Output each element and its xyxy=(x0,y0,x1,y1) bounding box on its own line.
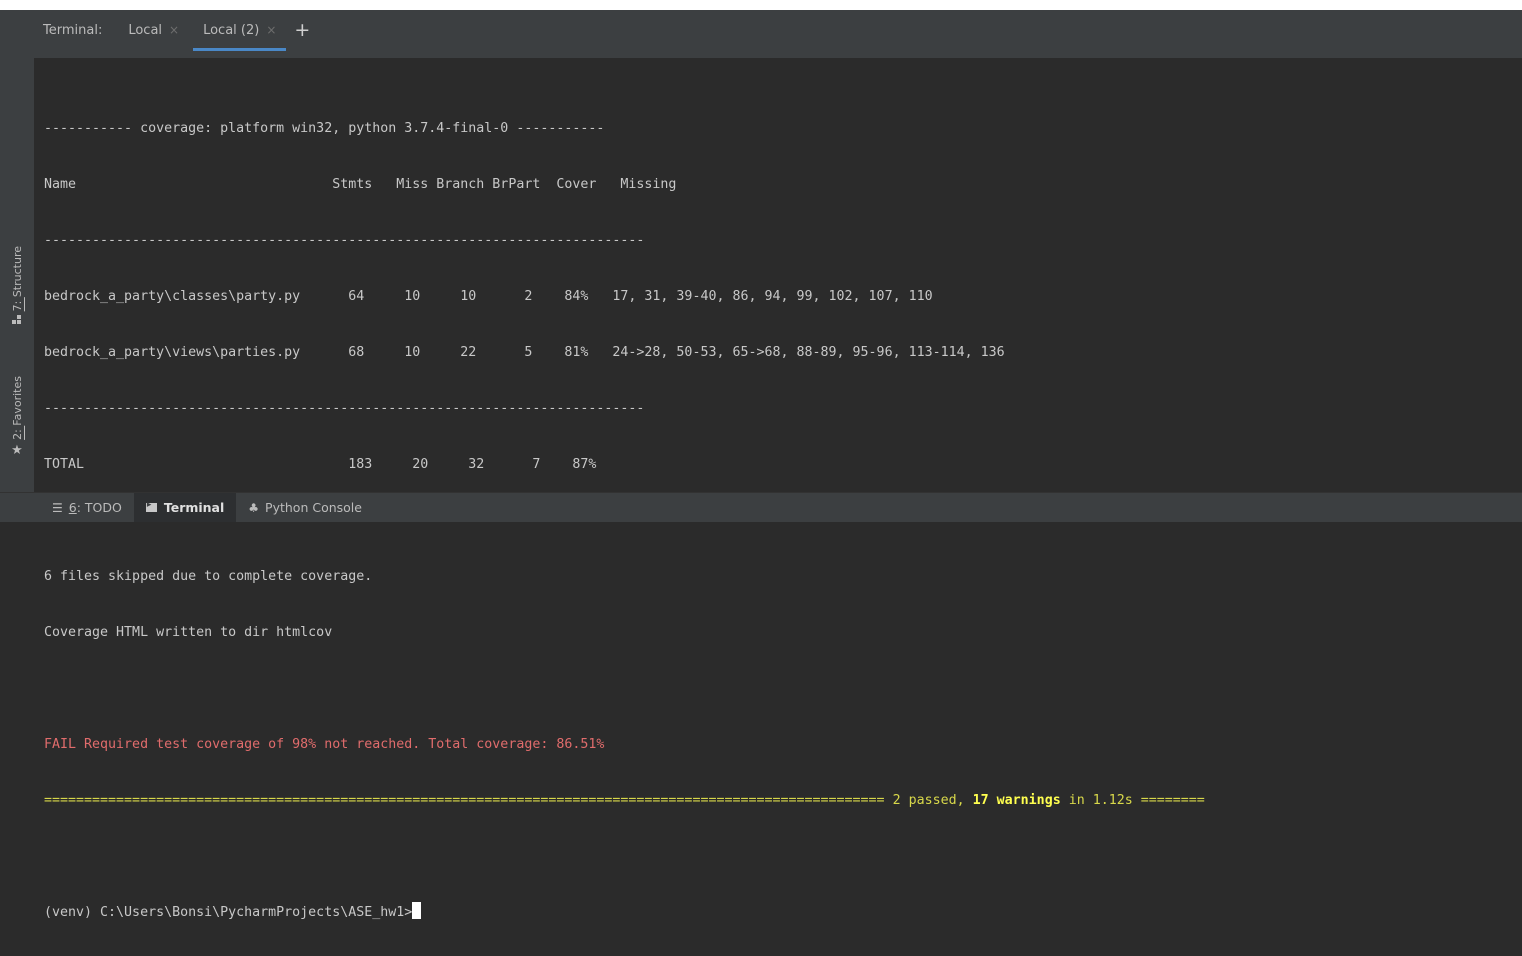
coverage-row: bedrock_a_party\views\parties.py 68 10 2… xyxy=(44,345,1005,360)
python-console-tab-label: Python Console xyxy=(265,500,362,515)
tab-local-2[interactable]: Local (2) × xyxy=(191,10,288,51)
bottom-tool-bar: ☰ 6: TODO Terminal ♣ Python Console xyxy=(0,492,1522,522)
test-summary-line: ========================================… xyxy=(44,788,1205,814)
summary-rule-right: ======== xyxy=(1140,793,1205,808)
divider-line: ----------------------------------------… xyxy=(44,401,645,416)
python-console-tool-tab[interactable]: ♣ Python Console xyxy=(236,493,374,522)
duration: in 1.12s xyxy=(1060,793,1141,808)
terminal-tab-label: Terminal xyxy=(163,500,225,515)
left-tool-sidebar: 7: Structure 2: Favorites ★ xyxy=(0,10,35,492)
structure-tab-label: 7: Structure xyxy=(10,246,24,312)
terminal-output[interactable]: ----------- coverage: platform win32, py… xyxy=(34,58,1522,920)
star-icon: ★ xyxy=(11,442,23,458)
divider-line: ----------------------------------------… xyxy=(44,233,645,248)
warnings-count: 17 warnings xyxy=(972,793,1061,808)
terminal-icon xyxy=(145,500,157,512)
passed-count: 2 passed, xyxy=(884,793,973,808)
structure-tool-tab[interactable]: 7: Structure xyxy=(0,246,34,325)
todo-tool-tab[interactable]: ☰ 6: TODO xyxy=(40,493,134,522)
coverage-columns-line: Name Stmts Miss Branch BrPart Cover Miss… xyxy=(44,177,677,192)
structure-icon xyxy=(12,315,22,325)
tab-local-2-label: Local (2) xyxy=(203,22,260,38)
todo-tab-label: : TODO xyxy=(76,500,122,515)
favorites-tab-label: 2: Favorites xyxy=(10,376,24,440)
todo-icon: ☰ xyxy=(52,500,63,515)
new-terminal-button[interactable]: + xyxy=(294,20,310,40)
tab-local[interactable]: Local × xyxy=(116,10,191,50)
summary-rule-left: ========================================… xyxy=(44,793,885,808)
coverage-row: bedrock_a_party\classes\party.py 64 10 1… xyxy=(44,289,933,304)
tab-local-label: Local xyxy=(128,22,163,38)
coverage-fail-line: FAIL Required test coverage of 98% not r… xyxy=(44,737,605,752)
shell-prompt: (venv) C:\Users\Bonsi\PycharmProjects\AS… xyxy=(44,905,413,920)
html-report-line: Coverage HTML written to dir htmlcov xyxy=(44,625,333,640)
coverage-total-row: TOTAL 183 20 32 7 87% xyxy=(44,457,597,472)
favorites-tool-tab[interactable]: 2: Favorites ★ xyxy=(0,376,34,457)
todo-tab-prefix: 6 xyxy=(68,500,77,515)
window-top-strip xyxy=(0,0,1522,10)
terminal-tab-bar: Terminal: Local × Local (2) × + xyxy=(34,10,1522,58)
close-icon[interactable]: × xyxy=(266,23,276,37)
close-icon[interactable]: × xyxy=(169,23,179,37)
skipped-files-line: 6 files skipped due to complete coverage… xyxy=(44,569,373,584)
shell-prompt-line[interactable]: (venv) C:\Users\Bonsi\PycharmProjects\AS… xyxy=(44,900,1205,926)
python-console-icon: ♣ xyxy=(248,500,260,515)
terminal-title: Terminal: xyxy=(43,22,103,38)
coverage-header-line: ----------- coverage: platform win32, py… xyxy=(44,121,605,136)
text-cursor xyxy=(412,902,422,919)
terminal-tool-tab[interactable]: Terminal xyxy=(133,493,237,522)
